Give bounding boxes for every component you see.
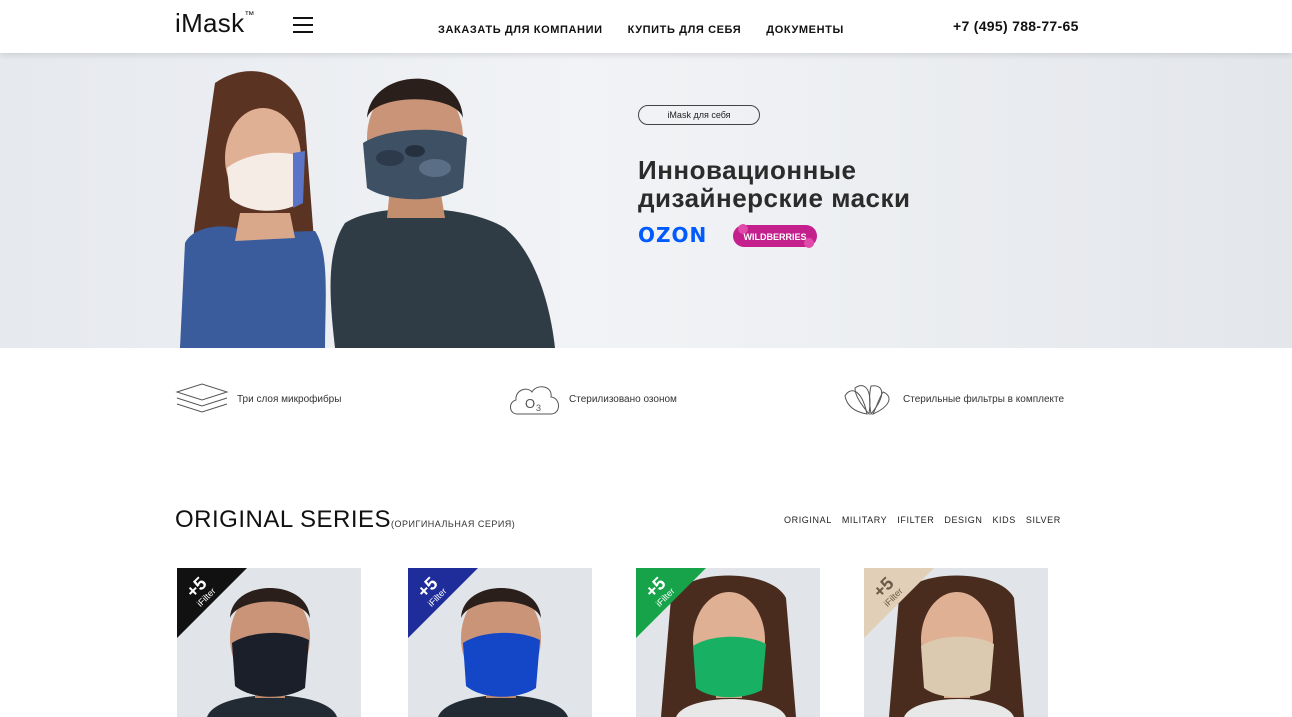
- nav-documents[interactable]: ДОКУМЕНТЫ: [766, 24, 844, 36]
- ozone-cloud-icon: O 3: [510, 386, 559, 415]
- hero-banner: iMask для себя Инновационные дизайнерски…: [0, 53, 1292, 348]
- main-nav: ЗАКАЗАТЬ ДЛЯ КОМПАНИИ КУПИТЬ ДЛЯ СЕБЯ ДО…: [438, 24, 844, 36]
- wildberries-text: WILDBERRIES: [744, 232, 807, 242]
- hero-title: Инновационные дизайнерские маски: [638, 155, 911, 213]
- hamburger-icon[interactable]: [293, 17, 313, 33]
- filters-fan-icon: [844, 385, 890, 416]
- series-title: ORIGINAL SERIES: [175, 506, 391, 533]
- nav-order-for-company[interactable]: ЗАКАЗАТЬ ДЛЯ КОМПАНИИ: [438, 24, 603, 36]
- wildberries-logo[interactable]: WILDBERRIES: [733, 223, 817, 249]
- trademark-mark: ™: [244, 10, 255, 22]
- logo-text: iMask: [175, 8, 245, 38]
- nav-buy-for-yourself[interactable]: КУПИТЬ ДЛЯ СЕБЯ: [628, 24, 742, 36]
- filter-kids[interactable]: KIDS: [992, 515, 1015, 525]
- logo[interactable]: iMask™: [175, 8, 255, 39]
- filter-ifilter[interactable]: IFILTER: [897, 515, 934, 525]
- filter-design[interactable]: DESIGN: [944, 515, 982, 525]
- filter-original[interactable]: ORIGINAL: [784, 515, 832, 525]
- series-filter-tabs: ORIGINAL MILITARY IFILTER DESIGN KIDS SI…: [784, 515, 1061, 525]
- feature-label: Стерилизовано озоном: [569, 393, 677, 405]
- ozon-logo[interactable]: OZON: [638, 223, 707, 247]
- feature-layers: Три слоя микрофибры: [175, 380, 341, 418]
- hero-models-image: [180, 71, 555, 348]
- feature-label: Три слоя микрофибры: [237, 393, 342, 405]
- product-card[interactable]: +5 iFilter: [636, 568, 820, 717]
- product-card[interactable]: +5 iFilter: [408, 568, 592, 717]
- svg-text:O: O: [525, 396, 535, 411]
- product-card[interactable]: +5 iFilter: [177, 568, 361, 717]
- feature-filters: Стерильные фильтры в комплекте: [841, 380, 1064, 418]
- feature-ozone: O 3 Стерилизовано озоном: [507, 380, 677, 418]
- phone-number[interactable]: +7 (495) 788-77-65: [953, 18, 1079, 34]
- site-header: iMask™ ЗАКАЗАТЬ ДЛЯ КОМПАНИИ КУПИТЬ ДЛЯ …: [0, 0, 1292, 53]
- feature-label: Стерильные фильтры в комплекте: [903, 393, 1065, 405]
- product-card[interactable]: +5 iFilter: [864, 568, 1048, 717]
- filter-silver[interactable]: SILVER: [1026, 515, 1061, 525]
- filter-military[interactable]: MILITARY: [842, 515, 887, 525]
- layers-icon: [175, 383, 229, 413]
- hero-category-pill[interactable]: iMask для себя: [638, 105, 760, 125]
- series-subtitle: (ОРИГИНАЛЬНАЯ СЕРИЯ): [391, 519, 516, 529]
- svg-text:3: 3: [536, 403, 541, 413]
